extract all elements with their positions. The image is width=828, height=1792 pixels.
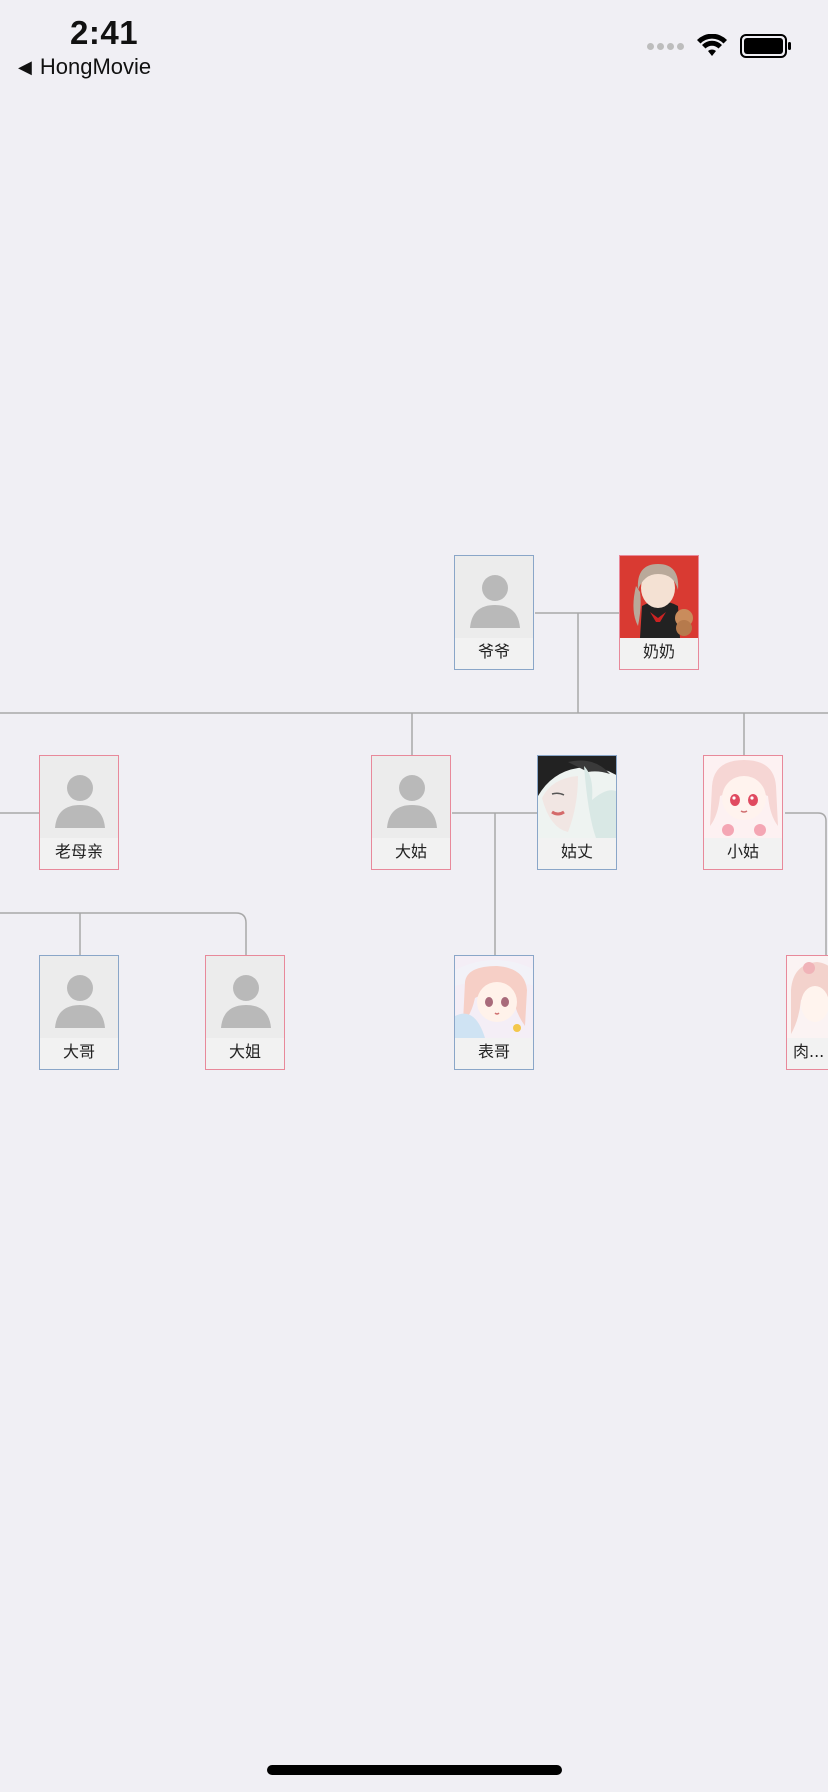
node-aunt-eldest[interactable]: 大姑 <box>371 755 451 870</box>
cousin-photo <box>455 956 533 1038</box>
node-grandfather[interactable]: 爷爷 <box>454 555 534 670</box>
default-avatar-icon <box>40 956 118 1038</box>
node-elder-brother[interactable]: 大哥 <box>39 955 119 1070</box>
node-label: 肉... <box>793 1042 825 1061</box>
node-label: 大姑 <box>394 842 427 861</box>
home-indicator[interactable] <box>267 1765 562 1775</box>
tree-connectors <box>0 612 828 956</box>
cut-off-child-photo <box>787 956 828 1038</box>
default-avatar-icon <box>455 556 533 638</box>
node-label: 表哥 <box>477 1042 510 1061</box>
aunt-husband-photo <box>538 756 616 838</box>
node-grandmother[interactable]: 奶奶 <box>619 555 699 670</box>
node-label: 大哥 <box>62 1042 95 1061</box>
node-label: 老母亲 <box>54 842 103 861</box>
node-label: 姑丈 <box>560 842 593 861</box>
node-aunt-youngest[interactable]: 小姑 <box>703 755 783 870</box>
node-label: 爷爷 <box>477 642 510 661</box>
default-avatar-icon <box>40 756 118 838</box>
node-cousin[interactable]: 表哥 <box>454 955 534 1070</box>
node-label: 小姑 <box>726 842 759 861</box>
default-avatar-icon <box>372 756 450 838</box>
node-aunt-husband[interactable]: 姑丈 <box>537 755 617 870</box>
aunt-youngest-photo <box>704 756 782 838</box>
node-mother[interactable]: 老母亲 <box>39 755 119 870</box>
node-cut-off-child[interactable]: 肉... <box>786 955 828 1070</box>
node-label: 奶奶 <box>642 642 675 661</box>
grandmother-photo <box>620 556 698 638</box>
default-avatar-icon <box>206 956 284 1038</box>
node-elder-sister[interactable]: 大姐 <box>205 955 285 1070</box>
node-label: 大姐 <box>228 1042 261 1061</box>
